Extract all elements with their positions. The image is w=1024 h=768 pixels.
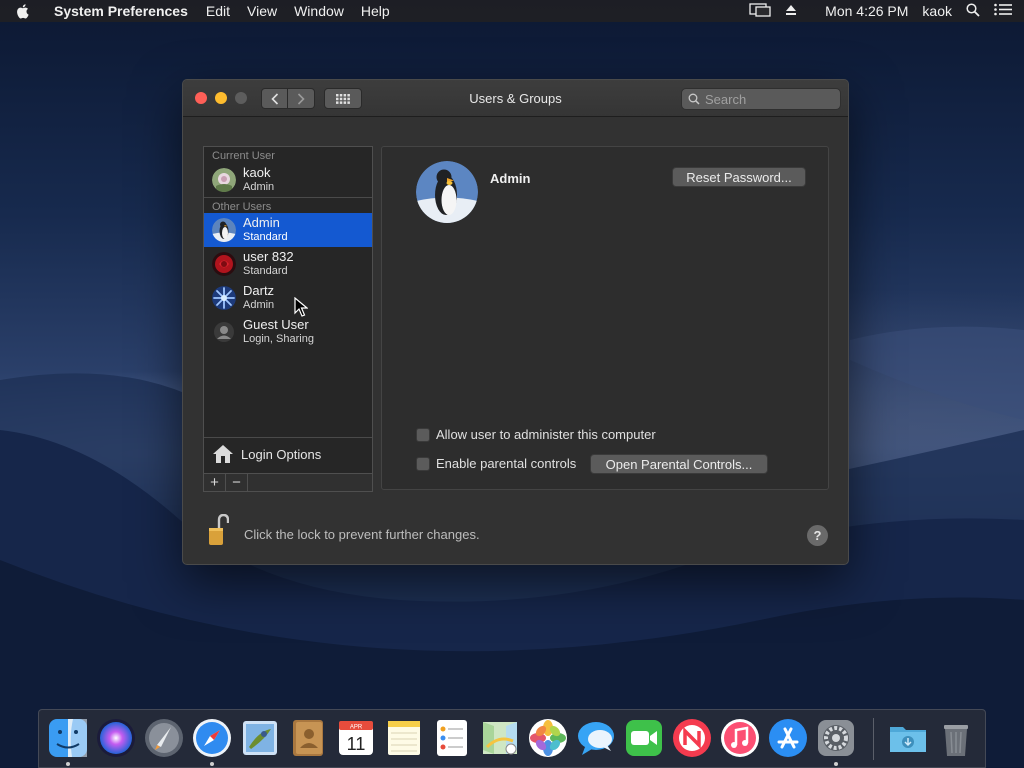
menu-view[interactable]: View	[247, 3, 277, 19]
search-icon	[688, 93, 700, 105]
search-input[interactable]	[705, 91, 825, 107]
app-store-icon[interactable]	[767, 717, 809, 759]
calendar-icon[interactable]: APR 11	[335, 717, 377, 759]
menu-help[interactable]: Help	[361, 3, 390, 19]
display-mirroring-icon[interactable]	[749, 2, 771, 20]
menu-app-name[interactable]: System Preferences	[54, 3, 188, 19]
user-avatar	[212, 286, 236, 310]
menu-window[interactable]: Window	[294, 3, 344, 19]
dock-separator	[873, 718, 874, 760]
open-parental-controls-button[interactable]: Open Parental Controls...	[590, 454, 768, 474]
notes-icon[interactable]	[383, 717, 425, 759]
user-role: Admin	[243, 181, 275, 193]
user-row-kaok[interactable]: kaok Admin	[204, 163, 372, 197]
other-users-label: Other Users	[204, 197, 372, 213]
menu-edit[interactable]: Edit	[206, 3, 230, 19]
running-indicator	[834, 762, 838, 766]
help-button[interactable]: ?	[807, 525, 828, 546]
siri-icon[interactable]	[95, 717, 137, 759]
user-row-guest-user[interactable]: Guest User Login, Sharing	[204, 315, 372, 349]
user-name: Guest User	[243, 317, 309, 332]
news-icon[interactable]	[671, 717, 713, 759]
reset-password-button[interactable]: Reset Password...	[672, 167, 806, 187]
user-list: Current User kaok Admin Other Users Admi…	[203, 146, 373, 492]
calendar-day: 11	[347, 734, 366, 754]
user-name: Admin	[243, 215, 280, 230]
mouse-cursor-icon	[294, 297, 308, 317]
running-indicator	[66, 762, 70, 766]
selected-user-name: Admin	[490, 171, 531, 186]
parental-controls-option[interactable]: Enable parental controls	[416, 456, 576, 471]
music-icon[interactable]	[719, 717, 761, 759]
messages-icon[interactable]	[575, 717, 617, 759]
parental-controls-checkbox[interactable]	[416, 456, 430, 471]
photos-icon[interactable]	[527, 717, 569, 759]
user-role: Standard	[243, 265, 288, 277]
titlebar[interactable]: Users & Groups	[183, 80, 848, 117]
remove-user-button[interactable]: −	[226, 474, 248, 491]
lock-message: Click the lock to prevent further change…	[244, 527, 480, 542]
system-preferences-icon[interactable]	[815, 717, 857, 759]
user-picture[interactable]	[416, 161, 478, 223]
users-groups-window: Users & Groups Current User kaok Admin O…	[182, 79, 849, 565]
notification-center-icon[interactable]	[994, 3, 1012, 19]
user-list-toolbar: + −	[203, 473, 373, 492]
user-row-admin[interactable]: Admin Standard	[204, 213, 372, 247]
finder-icon[interactable]	[47, 717, 89, 759]
login-options-label: Login Options	[241, 446, 322, 462]
user-name: kaok	[243, 165, 271, 180]
maps-icon[interactable]	[479, 717, 521, 759]
user-row-user-832[interactable]: user 832 Standard	[204, 247, 372, 281]
user-name: user 832	[243, 249, 294, 264]
spotlight-search-icon[interactable]	[966, 2, 980, 20]
eject-icon[interactable]	[785, 3, 797, 19]
user-avatar	[212, 218, 236, 242]
add-user-button[interactable]: +	[204, 474, 226, 491]
user-role: Admin	[243, 299, 275, 311]
safari-icon[interactable]	[191, 717, 233, 759]
user-name: Dartz	[243, 283, 275, 298]
allow-admin-option[interactable]: Allow user to administer this computer	[416, 427, 656, 442]
user-avatar	[212, 252, 236, 276]
allow-admin-checkbox[interactable]	[416, 427, 430, 442]
guest-user-icon	[212, 320, 236, 344]
running-indicator	[210, 762, 214, 766]
facetime-icon[interactable]	[623, 717, 665, 759]
search-field[interactable]	[681, 88, 841, 110]
parental-controls-label: Enable parental controls	[436, 456, 577, 471]
trash-icon[interactable]	[935, 717, 977, 759]
login-options-item[interactable]: Login Options	[204, 437, 372, 470]
house-icon	[213, 445, 233, 463]
dock: APR 11	[38, 709, 986, 768]
menubar: System Preferences Edit View Window Help…	[0, 0, 1024, 22]
apple-menu-icon[interactable]	[16, 3, 42, 19]
user-avatar	[212, 168, 236, 192]
contacts-icon[interactable]	[287, 717, 329, 759]
user-detail-pane: Admin Reset Password... Allow user to ad…	[381, 146, 829, 490]
mail-icon[interactable]	[239, 717, 281, 759]
reminders-icon[interactable]	[431, 717, 473, 759]
user-role: Standard	[243, 231, 288, 243]
allow-admin-label: Allow user to administer this computer	[436, 427, 656, 442]
current-user-label: Current User	[212, 150, 275, 162]
menubar-user[interactable]: kaok	[922, 3, 952, 19]
launchpad-icon[interactable]	[143, 717, 185, 759]
user-role: Login, Sharing	[243, 333, 314, 345]
menubar-clock[interactable]: Mon 4:26 PM	[825, 3, 908, 19]
user-row-dartz[interactable]: Dartz Admin	[204, 281, 372, 315]
downloads-folder-icon[interactable]	[887, 717, 929, 759]
lock-icon[interactable]	[209, 513, 230, 546]
calendar-month: APR	[350, 725, 363, 731]
